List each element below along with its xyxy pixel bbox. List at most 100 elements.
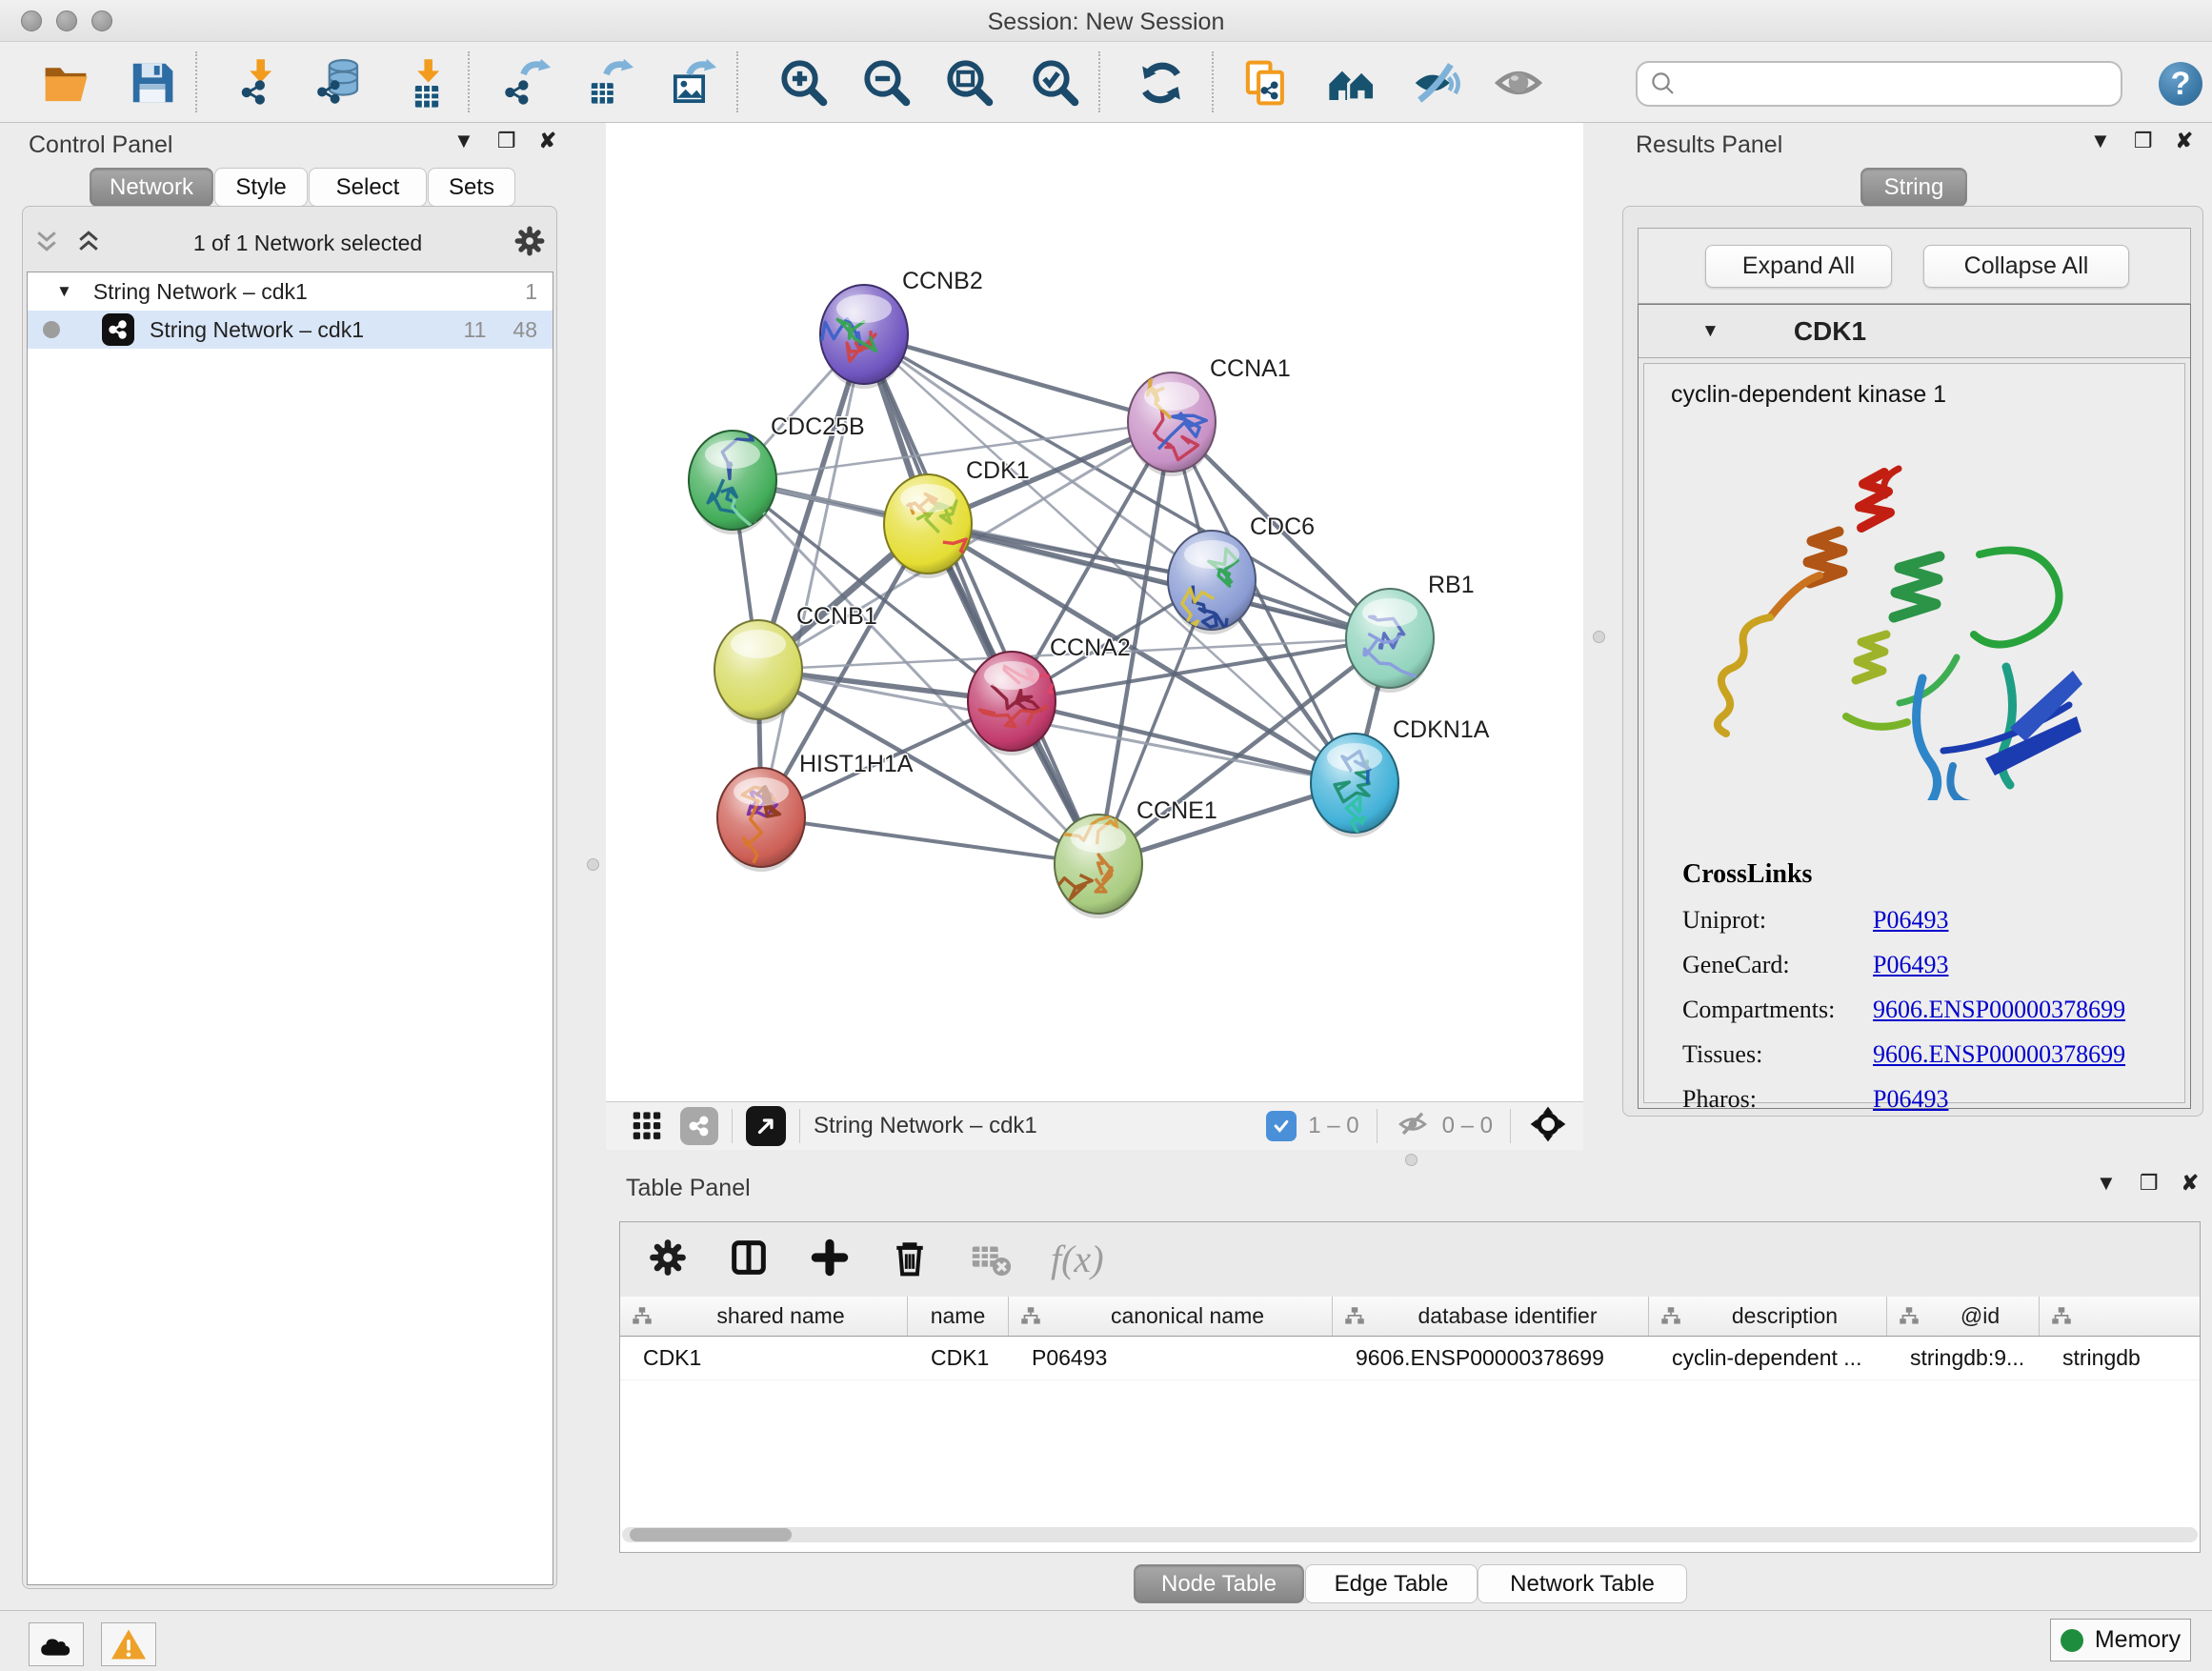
panel-menu-icon[interactable]: ▼ (2096, 1173, 2117, 1194)
panel-float-icon[interactable]: ❒ (497, 131, 516, 151)
tab-node-table[interactable]: Node Table (1134, 1564, 1304, 1603)
node-label-CCNB1: CCNB1 (796, 603, 877, 630)
zoom-in-button[interactable] (776, 55, 832, 111)
network-node-HIST1H1A[interactable] (717, 768, 805, 872)
help-button[interactable]: ? (2159, 62, 2202, 106)
import-database-button[interactable] (312, 55, 368, 111)
table-settings-gear-icon[interactable] (647, 1237, 689, 1283)
expand-all-button[interactable]: Expand All (1705, 245, 1892, 288)
network-node-CCNE1[interactable] (1036, 815, 1142, 918)
crosslink-link[interactable]: 9606.ENSP00000378699 (1873, 996, 2125, 1024)
network-canvas[interactable]: CCNB2CCNA1CDC25BCDK1CDC6RB1CCNB1CCNA2CDK… (606, 123, 1583, 1101)
export-network-button[interactable] (500, 55, 555, 111)
home-neighbors-button[interactable] (1324, 55, 1379, 111)
network-node-CCNA1[interactable] (1128, 372, 1216, 476)
crosslink-label: Uniprot: (1682, 906, 1873, 935)
tab-select[interactable]: Select (309, 168, 427, 207)
network-list-view-icon[interactable] (680, 1107, 718, 1145)
column-header-description[interactable]: description (1649, 1297, 1887, 1336)
tab-sets[interactable]: Sets (428, 168, 515, 207)
crosslink-link[interactable]: P06493 (1873, 951, 1948, 979)
birdseye-view-icon[interactable] (746, 1106, 786, 1146)
duplicate-network-button[interactable] (1238, 55, 1294, 111)
show-graphics-details-button[interactable] (1491, 55, 1546, 111)
node-label-RB1: RB1 (1428, 572, 1475, 598)
column-header-canonical-name[interactable]: canonical name (1009, 1297, 1333, 1336)
collection-label: String Network – cdk1 (93, 279, 308, 305)
import-table-icon (402, 57, 453, 109)
panel-close-icon[interactable]: ✘ (2182, 1173, 2199, 1194)
left-splitter-handle[interactable] (587, 858, 599, 871)
crosslink-link[interactable]: P06493 (1873, 1085, 1948, 1114)
zoom-out-button[interactable] (859, 55, 915, 111)
column-header-name[interactable]: name (908, 1297, 1009, 1336)
collapse-all-button[interactable]: Collapse All (1923, 245, 2129, 288)
network-node-CCNB2[interactable] (800, 285, 908, 389)
column-header--id[interactable]: @id (1887, 1297, 2040, 1336)
entry-collapse-icon[interactable]: ▼ (1701, 321, 1719, 342)
horizontal-scrollbar[interactable] (622, 1527, 2198, 1542)
crosslink-link[interactable]: P06493 (1873, 906, 1948, 935)
fit-content-crosshair-icon[interactable] (1528, 1104, 1568, 1149)
network-node-CDKN1A[interactable] (1311, 734, 1398, 856)
scrollbar-thumb[interactable] (630, 1528, 792, 1541)
export-image-button[interactable] (666, 55, 721, 111)
main-toolbar: ? (0, 42, 2212, 123)
column-header-database-identifier[interactable]: database identifier (1333, 1297, 1649, 1336)
zoom-in-icon (778, 57, 830, 109)
tab-style[interactable]: Style (214, 168, 308, 207)
tab-network[interactable]: Network (90, 168, 213, 207)
column-header-namespace[interactable]: namespace (2040, 1297, 2201, 1336)
network-collection-row[interactable]: ▼ String Network – cdk1 1 (28, 272, 553, 311)
collapse-all-networks-icon[interactable] (32, 227, 61, 260)
panel-float-icon[interactable]: ❒ (2140, 1173, 2159, 1194)
duplicate-network-icon (1240, 57, 1292, 109)
import-network-button[interactable] (232, 55, 288, 111)
delete-column-icon[interactable] (889, 1237, 931, 1283)
table-row[interactable]: CDK1CDK1P064939606.ENSP00000378699cyclin… (620, 1337, 2200, 1380)
panel-menu-icon[interactable]: ▼ (2090, 131, 2111, 151)
refresh-view-button[interactable] (1134, 55, 1189, 111)
add-column-icon[interactable] (809, 1237, 851, 1283)
tab-network-table[interactable]: Network Table (1478, 1564, 1687, 1603)
export-table-button[interactable] (583, 55, 638, 111)
grid-view-icon[interactable] (629, 1106, 665, 1147)
right-splitter-handle[interactable] (1593, 631, 1605, 643)
crosslink-link[interactable]: 9606.ENSP00000378699 (1873, 1040, 2125, 1069)
results-panel: Results Panel ▼ ❒ ✘ String Expand All Co… (1610, 123, 2206, 1137)
selected-checkbox-icon[interactable] (1266, 1111, 1297, 1141)
zoom-fit-button[interactable] (942, 55, 997, 111)
network-graph[interactable]: CCNB2CCNA1CDC25BCDK1CDC6RB1CCNB1CCNA2CDK… (606, 123, 1583, 1101)
column-header-shared-name[interactable]: shared name (620, 1297, 908, 1336)
network-node-RB1[interactable] (1346, 589, 1434, 693)
node-label-CDC25B: CDC25B (771, 413, 865, 440)
tab-string[interactable]: String (1860, 168, 1967, 207)
result-entry-body: cyclin-dependent kinase 1 (1643, 363, 2185, 1103)
hide-graphics-details-button[interactable] (1407, 55, 1462, 111)
collection-expand-icon[interactable]: ▼ (56, 282, 72, 301)
zoom-selected-button[interactable] (1028, 55, 1083, 111)
panel-close-icon[interactable]: ✘ (539, 131, 556, 151)
panel-close-icon[interactable]: ✘ (2176, 131, 2193, 151)
network-node-CCNB1[interactable] (714, 620, 802, 724)
home-neighbors-icon (1326, 57, 1377, 109)
tab-edge-table[interactable]: Edge Table (1305, 1564, 1478, 1603)
node-label-CCNA1: CCNA1 (1210, 355, 1291, 382)
network-row-selected[interactable]: String Network – cdk1 11 48 (28, 311, 553, 349)
control-panel-window-icons: ▼ ❒ ✘ (453, 131, 556, 151)
panel-menu-icon[interactable]: ▼ (453, 131, 474, 151)
search-input[interactable] (1678, 65, 2121, 103)
cloud-status-button[interactable] (29, 1622, 84, 1666)
open-session-button[interactable] (38, 55, 93, 111)
memory-button[interactable]: Memory (2050, 1619, 2191, 1661)
table-cell: CDK1 (908, 1337, 1009, 1379)
import-table-button[interactable] (400, 55, 455, 111)
result-entry-header[interactable]: ▼ CDK1 (1639, 305, 2190, 358)
save-session-button[interactable] (125, 55, 180, 111)
show-columns-icon[interactable] (727, 1236, 771, 1284)
network-node-CDC6[interactable] (1168, 531, 1256, 659)
expand-all-networks-icon[interactable] (74, 227, 103, 260)
warning-status-button[interactable] (101, 1622, 156, 1666)
panel-float-icon[interactable]: ❒ (2134, 131, 2153, 151)
network-options-gear-icon[interactable] (513, 224, 547, 263)
